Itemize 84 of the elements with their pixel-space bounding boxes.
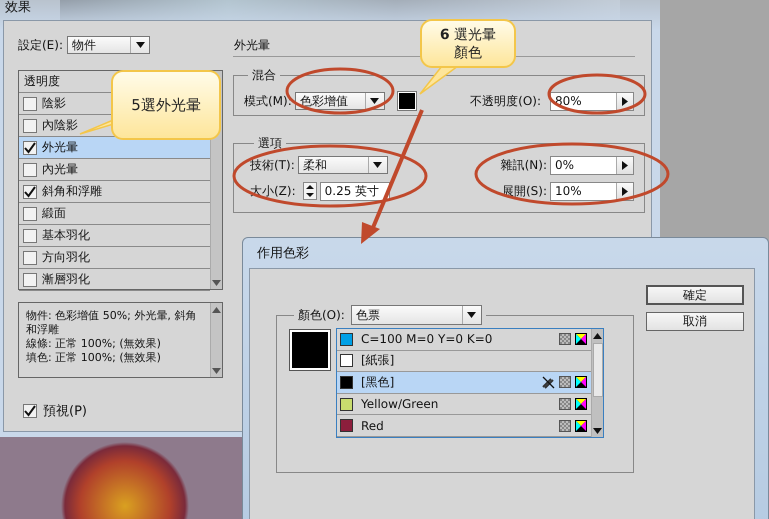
group-legend: 混合 — [248, 67, 280, 84]
checkmark-icon — [24, 405, 36, 417]
input-field[interactable]: 0.25 英寸 — [320, 182, 390, 200]
dialog-button[interactable]: 取消 — [646, 312, 744, 331]
current-color-swatch — [290, 330, 330, 370]
summary-line: 填色: 正常 100%; (無效果) — [26, 351, 162, 365]
color-mode-icon — [575, 420, 587, 432]
checker-icon — [559, 398, 571, 410]
opacity-label: 不透明度(O): — [470, 92, 541, 110]
checkbox[interactable] — [23, 162, 37, 176]
caret-icon — [467, 312, 476, 318]
effect-item[interactable]: 內光暈 — [19, 159, 210, 181]
swatch-item[interactable]: Yellow/Green — [337, 394, 591, 416]
group-legend: 選項 — [254, 135, 286, 152]
checkbox[interactable] — [23, 250, 37, 264]
technique-label: 技術(T): — [250, 156, 295, 174]
swatch-name: [黑色] — [361, 374, 396, 391]
checkbox[interactable] — [23, 272, 37, 286]
checkbox[interactable] — [23, 184, 37, 198]
swatch-name: Red — [361, 418, 385, 433]
caret-icon — [136, 42, 144, 48]
checker-icon — [559, 420, 571, 432]
callout-tooltip: 5選外光暈 — [111, 70, 221, 140]
effect-item[interactable]: 基本羽化 — [19, 225, 210, 247]
right-arrow-icon — [622, 160, 628, 170]
effect-item[interactable]: 漸層羽化 — [19, 269, 210, 291]
scrollbar-thumb[interactable] — [592, 342, 602, 396]
checkbox[interactable] — [23, 118, 37, 132]
arrow-button[interactable] — [616, 182, 633, 200]
effect-item[interactable]: 緞面 — [19, 203, 210, 225]
caret-icon — [370, 98, 380, 104]
checkbox[interactable] — [23, 404, 37, 418]
arrow-button[interactable] — [616, 92, 633, 110]
swatch-item[interactable]: C=100 M=0 Y=0 K=0 — [337, 329, 591, 351]
crossed-pencil-icon — [541, 375, 555, 390]
right-arrow-icon — [622, 186, 628, 196]
spinner-arrows-icon — [302, 182, 317, 200]
dropdown[interactable]: 色彩增值 — [294, 92, 385, 110]
noise-label: 雜訊(N): — [500, 156, 547, 174]
arrow-button[interactable] — [616, 156, 633, 174]
checkmark-icon — [24, 142, 36, 154]
color-mode-icon — [575, 376, 587, 388]
checker-icon — [559, 333, 571, 346]
up-arrow-icon — [593, 333, 602, 339]
swatch-item[interactable]: [黑色] — [337, 372, 591, 394]
dropdown[interactable]: 柔和 — [298, 156, 388, 174]
scrollbar[interactable] — [210, 303, 222, 377]
checkmark-icon — [24, 186, 36, 198]
scrollbar[interactable] — [591, 329, 603, 437]
settings-label: 設定(E): — [18, 36, 63, 54]
effect-item[interactable]: 斜角和浮雕 — [19, 181, 210, 203]
down-arrow-icon — [593, 428, 602, 434]
up-arrow-icon — [212, 307, 221, 313]
swatch-item[interactable]: Red — [337, 415, 591, 437]
input-field[interactable]: 0% — [550, 156, 634, 174]
window-title: 作用色彩 — [256, 245, 310, 263]
input-field[interactable]: 10% — [550, 182, 634, 200]
color-swatch[interactable] — [398, 92, 416, 110]
swatch-name: [紙張] — [361, 352, 396, 370]
summary-line: 物件: 色彩增值 50%; 外光暈, 斜角和浮雕 — [26, 309, 198, 337]
dropdown[interactable]: 色票 — [350, 305, 482, 325]
preview-label: 預視(P) — [43, 403, 87, 420]
dialog-button[interactable]: 確定 — [646, 285, 744, 305]
dropdown[interactable]: 物件 — [67, 36, 150, 54]
down-arrow-icon — [212, 280, 221, 286]
color-mode-icon — [575, 333, 587, 346]
swatch-name: Yellow/Green — [361, 397, 440, 412]
checkbox[interactable] — [23, 96, 37, 110]
mode-label: 模式(M): — [244, 92, 292, 110]
caret-icon — [373, 162, 382, 168]
down-arrow-icon — [212, 368, 221, 374]
checkbox[interactable] — [23, 140, 37, 154]
checkbox[interactable] — [23, 206, 37, 220]
color-label: 顏色(O): — [298, 306, 345, 324]
color-mode-icon — [575, 398, 587, 410]
callout-tooltip: 6 選光暈 顏色 — [420, 19, 516, 68]
checkbox[interactable] — [23, 228, 37, 242]
effect-item[interactable]: 方向羽化 — [19, 247, 210, 269]
swatch-name: C=100 M=0 Y=0 K=0 — [361, 332, 494, 346]
summary-line: 線條: 正常 100%; (無效果) — [26, 337, 162, 351]
window-title: 效果 — [4, 0, 32, 17]
effect-item[interactable]: 外光暈 — [19, 137, 210, 159]
checker-icon — [559, 376, 571, 388]
right-arrow-icon — [622, 96, 628, 106]
